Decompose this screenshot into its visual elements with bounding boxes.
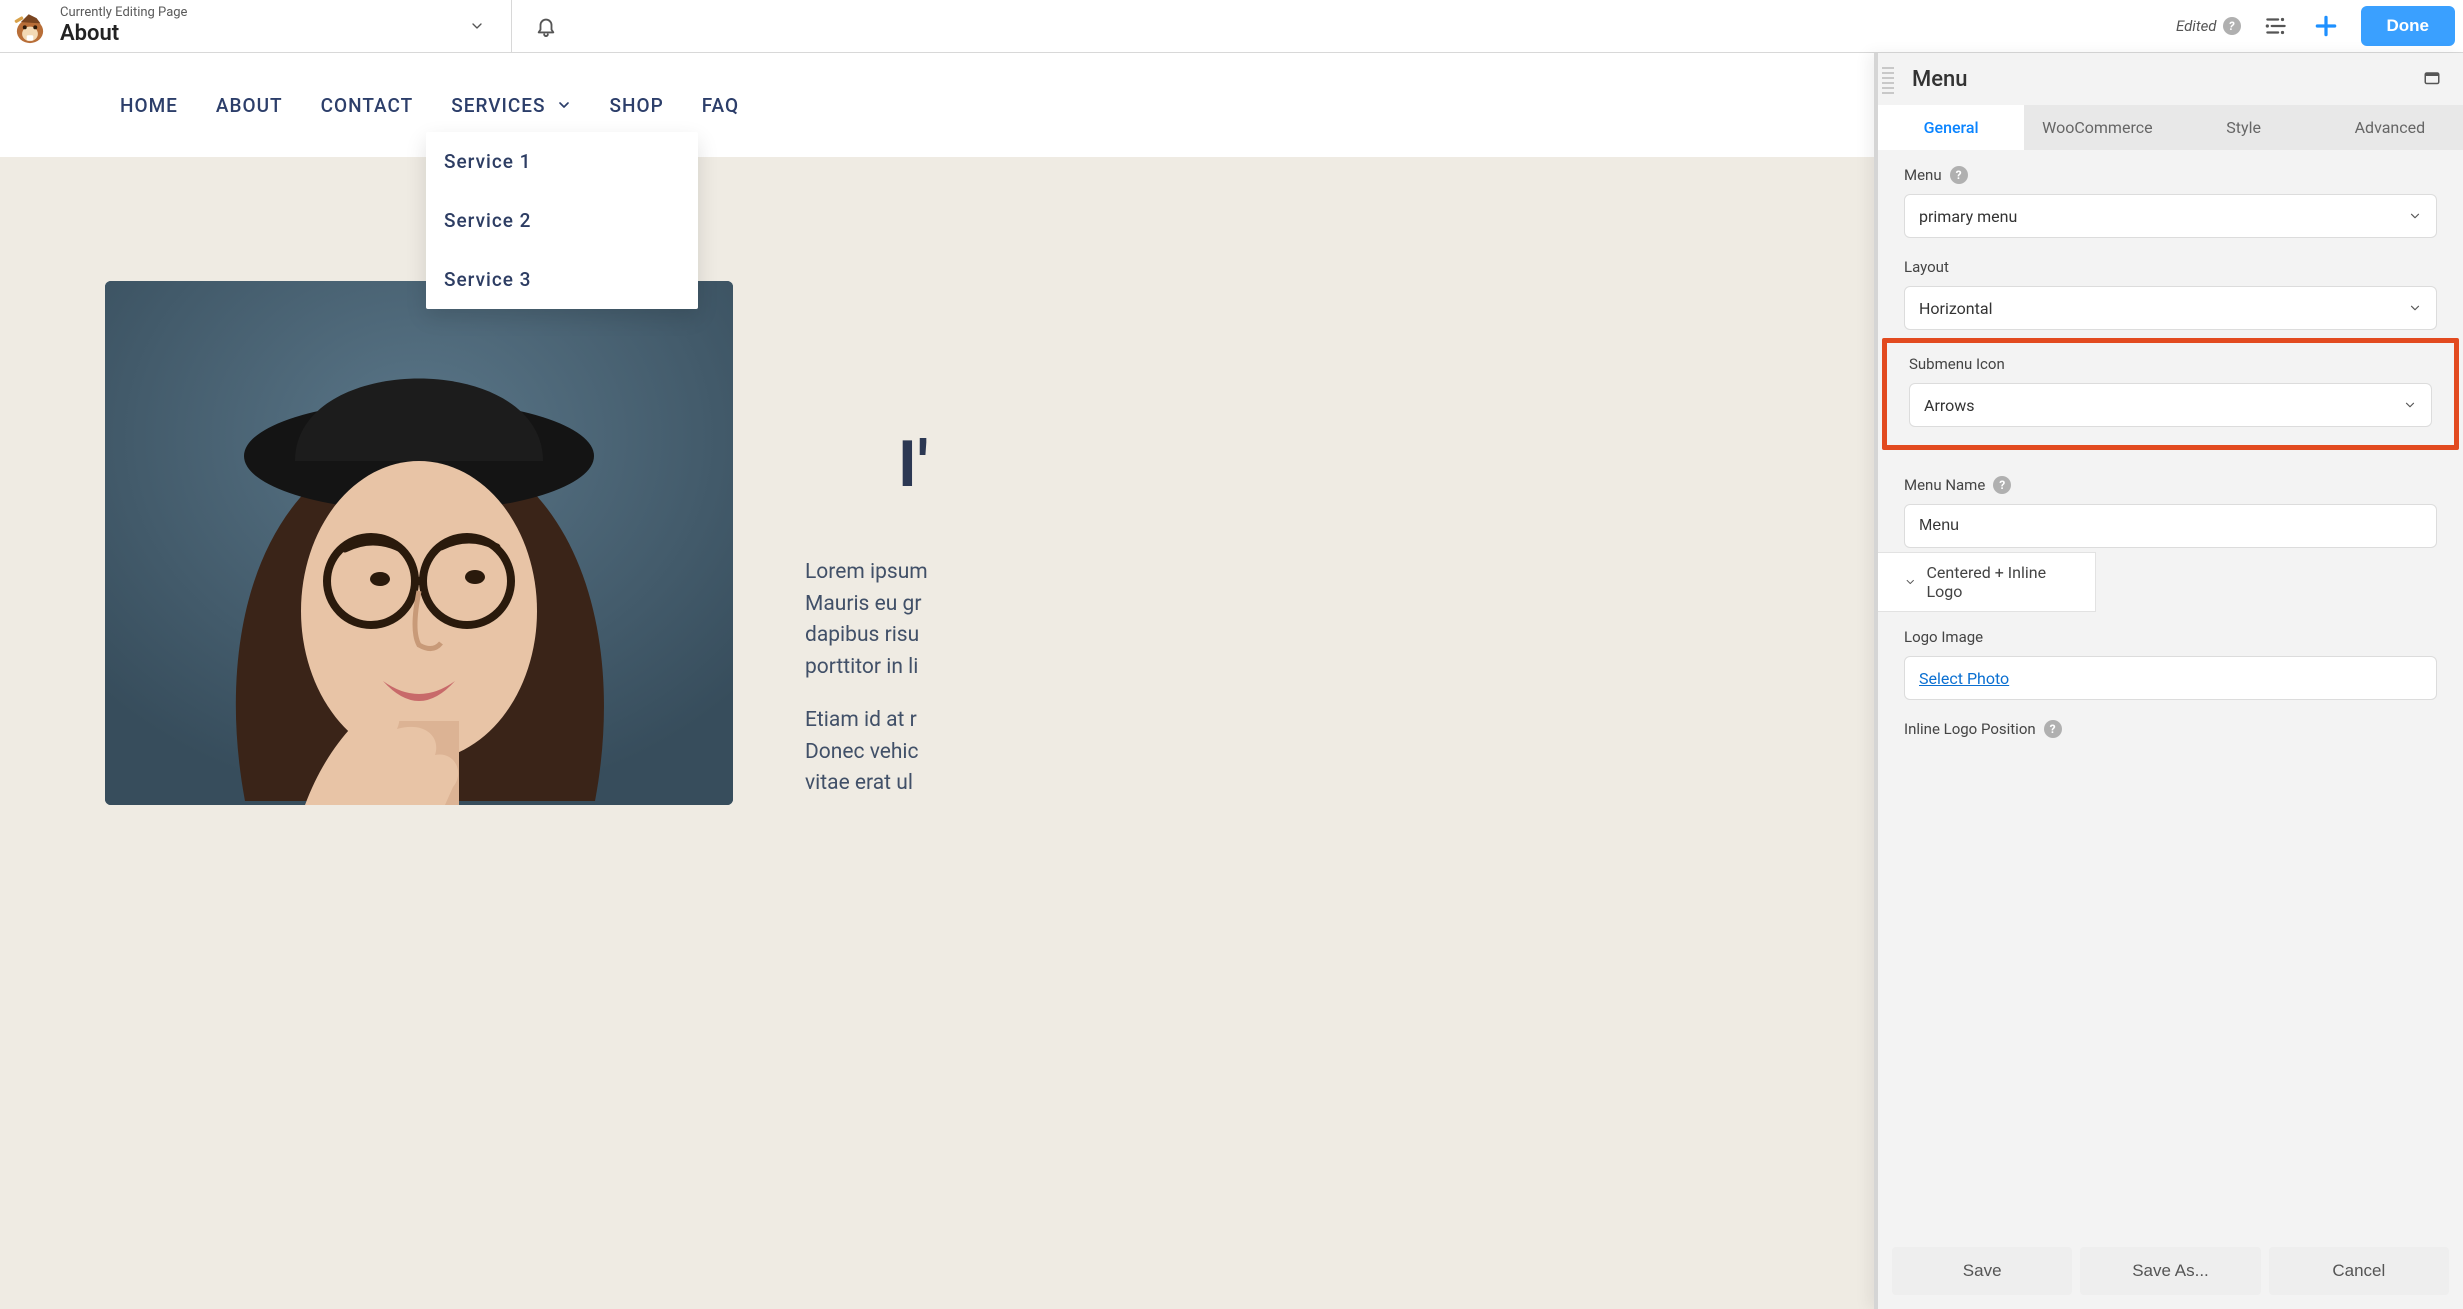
submenu-item-service-1[interactable]: Service 1	[426, 132, 698, 191]
inline-logo-position-field-label: Inline Logo Position	[1904, 720, 2036, 738]
nav-item-faq[interactable]: FAQ	[702, 94, 739, 117]
submenu-icon-select[interactable]: Arrows	[1909, 383, 2432, 427]
nav-item-shop[interactable]: SHOP	[610, 94, 664, 117]
done-button[interactable]: Done	[2361, 6, 2456, 46]
beaver-builder-logo-icon[interactable]	[8, 4, 52, 48]
panel-drag-handle-icon[interactable]	[1882, 57, 1896, 103]
chevron-down-icon	[556, 97, 572, 113]
submenu-icon-highlight: Submenu Icon Arrows	[1882, 338, 2459, 450]
outline-panel-icon[interactable]	[2261, 11, 2291, 41]
add-content-plus-icon[interactable]	[2311, 11, 2341, 41]
current-page-block[interactable]: Currently Editing Page About	[56, 5, 187, 47]
menu-name-input-wrap	[1904, 504, 2437, 548]
panel-title: Menu	[1912, 67, 1968, 92]
edited-label: Edited	[2176, 17, 2217, 35]
save-as-button[interactable]: Save As...	[2080, 1247, 2260, 1295]
tab-style[interactable]: Style	[2171, 105, 2317, 150]
tab-advanced[interactable]: Advanced	[2317, 105, 2463, 150]
menu-name-field-label: Menu Name	[1904, 476, 1985, 494]
page-title: About	[60, 21, 187, 47]
about-hero-photo[interactable]	[105, 281, 733, 805]
notifications-bell-icon[interactable]	[526, 15, 566, 37]
layout-field-label: Layout	[1904, 258, 1949, 276]
submenu-item-service-2[interactable]: Service 2	[426, 191, 698, 250]
tab-general[interactable]: General	[1878, 105, 2024, 150]
services-submenu: Service 1 Service 2 Service 3	[426, 132, 698, 309]
nav-item-about[interactable]: ABOUT	[216, 94, 283, 117]
menu-name-help-icon[interactable]: ?	[1993, 476, 2011, 494]
submenu-icon-field-label: Submenu Icon	[1909, 355, 2005, 373]
cancel-button[interactable]: Cancel	[2269, 1247, 2449, 1295]
edited-help-icon[interactable]: ?	[2223, 17, 2241, 35]
save-button[interactable]: Save	[1892, 1247, 2072, 1295]
nav-item-home[interactable]: HOME	[120, 94, 178, 117]
page-heading-fragment: I'	[898, 427, 929, 502]
page-switcher-chevron-icon[interactable]	[457, 6, 497, 46]
select-photo-link[interactable]: Select Photo	[1919, 669, 2009, 688]
menu-name-input[interactable]	[1919, 517, 2422, 535]
responsive-preview-icon[interactable]	[2423, 70, 2441, 88]
inline-logo-position-help-icon[interactable]: ?	[2044, 720, 2062, 738]
submenu-item-service-3[interactable]: Service 3	[426, 250, 698, 309]
logo-image-picker[interactable]: Select Photo	[1904, 656, 2437, 700]
menu-select[interactable]: primary menu	[1904, 194, 2437, 238]
editor-topbar: Currently Editing Page About Edited ? Do…	[0, 0, 2463, 53]
module-settings-panel: Menu General WooCommerce Style Advanced …	[1874, 53, 2463, 1309]
menu-field-label: Menu	[1904, 166, 1942, 184]
tab-woocommerce[interactable]: WooCommerce	[2024, 105, 2170, 150]
nav-item-services[interactable]: SERVICES	[451, 94, 571, 117]
panel-tabs: General WooCommerce Style Advanced	[1878, 105, 2463, 150]
currently-editing-label: Currently Editing Page	[60, 5, 187, 21]
nav-item-contact[interactable]: CONTACT	[321, 94, 414, 117]
menu-help-icon[interactable]: ?	[1950, 166, 1968, 184]
toolbar-separator	[511, 0, 512, 52]
logo-image-field-label: Logo Image	[1904, 628, 1983, 646]
centered-inline-logo-section-toggle[interactable]: Centered + Inline Logo	[1878, 552, 2096, 612]
page-body-text: Lorem ipsum Mauris eu gr dapibus risu po…	[805, 557, 945, 822]
edited-status: Edited ?	[2176, 17, 2241, 35]
panel-footer: Save Save As... Cancel	[1878, 1239, 2463, 1309]
layout-select[interactable]: Horizontal	[1904, 286, 2437, 330]
